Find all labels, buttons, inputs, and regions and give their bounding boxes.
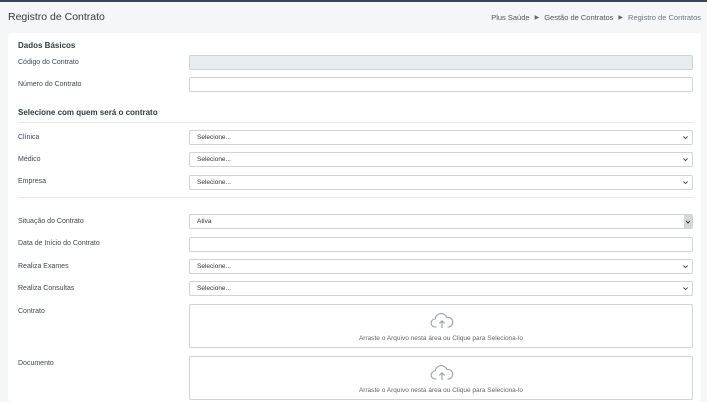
empresa-select-value: Selecione...: [197, 179, 231, 186]
medico-select[interactable]: Selecione...: [189, 152, 693, 167]
breadcrumb-item-contracts[interactable]: Gestão de Contratos: [544, 13, 613, 22]
breadcrumb: Plus Saúde ▶ Gestão de Contratos ▶ Regis…: [491, 13, 701, 22]
clinica-select[interactable]: Selecione...: [189, 130, 693, 145]
breadcrumb-item-home[interactable]: Plus Saúde: [491, 13, 529, 22]
chevron-down-icon: [683, 158, 688, 162]
exames-select[interactable]: Selecione...: [189, 259, 693, 274]
cloud-upload-icon: [430, 313, 454, 328]
chevron-down-icon: [683, 181, 688, 185]
consultas-select[interactable]: Selecione...: [189, 281, 693, 296]
label-numero: Número do Contrato: [18, 81, 82, 88]
divider: [18, 197, 693, 198]
page-header: Registro de Contrato Plus Saúde ▶ Gestão…: [0, 2, 707, 32]
label-contrato: Contrato: [18, 308, 45, 315]
caret-right-icon: ▶: [534, 15, 540, 21]
label-exames: Realiza Exames: [18, 263, 69, 270]
label-documento: Documento: [18, 360, 54, 367]
chevron-down-icon: [685, 220, 691, 224]
label-codigo: Código do Contrato: [18, 59, 79, 66]
breadcrumb-item-current: Registro de Contratos: [628, 13, 701, 22]
chevron-down-icon: [683, 265, 688, 269]
label-clinica: Clínica: [18, 134, 40, 141]
codigo-field: [189, 55, 693, 70]
situacao-select-value: Ativa: [197, 218, 212, 225]
page-title: Registro de Contrato: [8, 11, 105, 23]
consultas-select-value: Selecione...: [197, 285, 231, 292]
section-title-select-with: Selecione com quem será o contrato: [18, 108, 158, 117]
contrato-dropzone-text: Arraste o Arquivo nesta área ou Clique p…: [358, 335, 524, 342]
contract-form-card: Dados Básicos Código do Contrato Número …: [8, 33, 701, 402]
label-data-inicio: Data de Início do Contrato: [18, 240, 100, 247]
data-inicio-field[interactable]: [189, 237, 693, 252]
select-arrow-box: [684, 215, 692, 228]
documento-dropzone-text: Arraste o Arquivo nesta área ou Clique p…: [358, 387, 524, 394]
label-situacao: Situação do Contrato: [18, 218, 84, 225]
cloud-upload-icon: [430, 365, 454, 380]
section-title-basic: Dados Básicos: [18, 41, 76, 50]
clinica-select-value: Selecione...: [197, 134, 231, 141]
exames-select-value: Selecione...: [197, 263, 231, 270]
chevron-down-icon: [683, 287, 688, 291]
label-empresa: Empresa: [18, 178, 47, 185]
chevron-down-icon: [683, 136, 688, 140]
situacao-select[interactable]: Ativa: [189, 214, 693, 229]
empresa-select[interactable]: Selecione...: [189, 175, 693, 190]
medico-select-value: Selecione...: [197, 156, 231, 163]
contrato-dropzone[interactable]: Arraste o Arquivo nesta área ou Clique p…: [189, 304, 693, 348]
label-consultas: Realiza Consultas: [18, 285, 75, 292]
numero-field[interactable]: [189, 77, 693, 92]
documento-dropzone[interactable]: Arraste o Arquivo nesta área ou Clique p…: [189, 356, 693, 400]
divider: [18, 122, 693, 123]
caret-right-icon: ▶: [618, 15, 624, 21]
label-medico: Médico: [18, 156, 41, 163]
